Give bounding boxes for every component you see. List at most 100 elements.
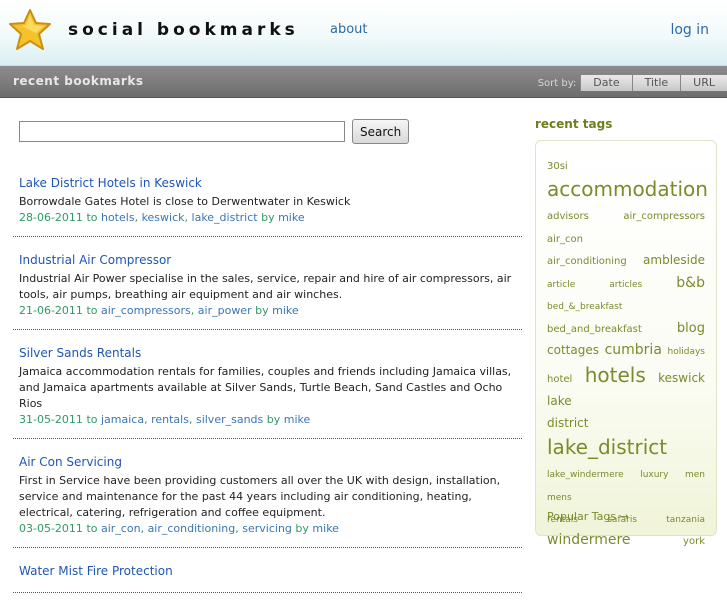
tag-cloud-row: hotel hotels keswick lake xyxy=(547,361,705,411)
bookmark-date: 21-06-2011 xyxy=(19,304,83,317)
bookmark-user-link[interactable]: mike xyxy=(284,413,311,426)
section-bar: recent bookmarks Sort by: Date Title URL xyxy=(0,66,727,98)
tag-link[interactable]: men xyxy=(685,470,705,480)
bookmark-date: 31-05-2011 xyxy=(19,413,83,426)
tag-link[interactable]: district xyxy=(547,416,588,430)
bookmark-title-link[interactable]: Industrial Air Compressor xyxy=(19,253,171,267)
site-title[interactable]: social bookmarks xyxy=(68,20,299,40)
sort-url-button[interactable]: URL xyxy=(680,75,727,91)
popular-tags-link[interactable]: Popular Tags → xyxy=(547,510,629,523)
sort-title-button[interactable]: Title xyxy=(631,75,681,91)
tag-link[interactable]: air_conditioning xyxy=(547,256,627,267)
bookmark-list: Lake District Hotels in Keswick Borrowdal… xyxy=(13,172,522,605)
tag-link[interactable]: hotels xyxy=(585,363,646,387)
bookmark-by-label: by xyxy=(266,413,281,426)
about-link[interactable]: about xyxy=(330,22,368,37)
tag-link[interactable]: ambleside xyxy=(643,253,705,267)
bookmark-meta: 28-06-2011 to hotels, keswick, lake_dist… xyxy=(19,211,305,224)
tag-link[interactable]: lake xyxy=(547,394,572,408)
bookmark-description: Jamaica accommodation rentals for famili… xyxy=(19,365,512,410)
tag-link[interactable]: york xyxy=(683,536,705,547)
bookmark-tag-link[interactable]: air_conditioning xyxy=(148,522,236,535)
sort-controls: Sort by: Date Title URL xyxy=(538,75,727,91)
tag-link[interactable]: accommodation xyxy=(547,177,708,201)
sort-date-button[interactable]: Date xyxy=(580,75,632,91)
tag-cloud: 30si accommodation advisors air_compressor… xyxy=(547,153,708,551)
bookmark-item: Water Mist Fire Protection xyxy=(13,560,522,593)
tag-link[interactable]: cumbria xyxy=(605,342,662,358)
site-header: social bookmarks about log in xyxy=(0,0,727,66)
tag-link[interactable]: air_compressors xyxy=(623,211,705,222)
tag-link[interactable]: lake_windermere xyxy=(547,470,624,480)
tag-link[interactable]: bed_&_breakfast xyxy=(547,302,622,312)
search-form: Search xyxy=(19,119,410,144)
tag-link[interactable]: 30si xyxy=(547,161,568,172)
login-link[interactable]: log in xyxy=(670,22,709,38)
tag-link[interactable]: bed_and_breakfast xyxy=(547,324,642,335)
bookmark-to-label: to xyxy=(86,304,98,317)
bookmark-tag-link[interactable]: servicing xyxy=(242,522,292,535)
tag-link[interactable]: keswick xyxy=(658,371,705,385)
tag-link[interactable]: mens xyxy=(547,493,572,503)
bookmark-tag-link[interactable]: silver_sands xyxy=(196,413,263,426)
bookmark-tag-link[interactable]: air_power xyxy=(198,304,252,317)
tag-cloud-row: air_conditioning ambleside xyxy=(547,248,705,270)
bookmark-item: Lake District Hotels in Keswick Borrowdal… xyxy=(13,172,522,237)
tag-link[interactable]: holidays xyxy=(668,347,705,357)
bookmark-tag-link[interactable]: rentals xyxy=(151,413,189,426)
search-input[interactable] xyxy=(19,121,345,142)
section-title: recent bookmarks xyxy=(13,74,144,88)
tag-link[interactable]: b&b xyxy=(676,275,705,291)
bookmark-tag-link[interactable]: hotels xyxy=(101,211,135,224)
tag-cloud-row: article articles b&b xyxy=(547,271,705,294)
tag-link[interactable]: advisors xyxy=(547,211,589,222)
tag-link[interactable]: tanzania xyxy=(666,515,705,525)
tag-link[interactable]: articles xyxy=(609,280,642,290)
sort-label: Sort by: xyxy=(537,77,577,89)
tag-cloud-row: bed_and_breakfast blog xyxy=(547,316,705,338)
tag-link[interactable]: air_con xyxy=(547,234,583,245)
bookmark-user-link[interactable]: mike xyxy=(272,304,299,317)
bookmark-title-link[interactable]: Water Mist Fire Protection xyxy=(19,564,173,578)
tag-cloud-row: accommodation xyxy=(547,175,708,203)
bookmark-meta: 31-05-2011 to jamaica, rentals, silver_s… xyxy=(19,413,311,426)
tag-cloud-row: 30si xyxy=(547,153,705,175)
bookmark-item: Silver Sands Rentals Jamaica accommodatio… xyxy=(13,342,522,439)
bookmark-date: 03-05-2011 xyxy=(19,522,83,535)
tag-cloud-row: district lake_district xyxy=(547,411,705,461)
tag-link[interactable]: windermere xyxy=(547,532,631,548)
search-button[interactable]: Search xyxy=(352,119,410,144)
bookmark-tag-link[interactable]: keswick xyxy=(142,211,185,224)
bookmark-title-link[interactable]: Lake District Hotels in Keswick xyxy=(19,176,202,190)
bookmark-to-label: to xyxy=(86,522,98,535)
tag-link[interactable]: lake_district xyxy=(547,435,667,459)
bookmark-tag-link[interactable]: air_compressors xyxy=(101,304,191,317)
tag-cloud-row: windermere york xyxy=(547,528,705,551)
tag-cloud-box: 30si accommodation advisors air_compressor… xyxy=(535,140,717,548)
bookmark-tag-link[interactable]: lake_district xyxy=(192,211,258,224)
bookmark-to-label: to xyxy=(86,211,98,224)
star-logo-icon[interactable] xyxy=(8,8,52,52)
bookmark-description: Industrial Air Power specialise in the s… xyxy=(19,272,512,301)
tag-cloud-row: advisors air_compressors air_con xyxy=(547,203,705,248)
bookmark-user-link[interactable]: mike xyxy=(312,522,339,535)
tag-link[interactable]: article xyxy=(547,280,575,290)
bookmark-by-label: by xyxy=(261,211,275,224)
bookmark-to-label: to xyxy=(86,413,98,426)
tag-link[interactable]: hotel xyxy=(547,374,572,385)
recent-tags-heading: recent tags xyxy=(535,117,613,131)
bookmark-by-label: by xyxy=(255,304,269,317)
bookmark-item: Air Con Servicing First in Service have b… xyxy=(13,451,522,548)
bookmark-title-link[interactable]: Silver Sands Rentals xyxy=(19,346,141,360)
tag-link[interactable]: cottages xyxy=(547,343,599,357)
bookmark-tag-link[interactable]: air_con xyxy=(101,522,141,535)
tag-cloud-row: bed_&_breakfast xyxy=(547,293,705,315)
tag-cloud-row: lake_windermere luxury men mens xyxy=(547,461,705,506)
bookmark-item: Industrial Air Compressor Industrial Air … xyxy=(13,249,522,330)
bookmark-title-link[interactable]: Air Con Servicing xyxy=(19,455,122,469)
tag-link[interactable]: luxury xyxy=(640,470,668,480)
bookmark-tag-link[interactable]: jamaica xyxy=(101,413,144,426)
bookmark-description: First in Service have been providing cus… xyxy=(19,474,501,519)
bookmark-user-link[interactable]: mike xyxy=(278,211,305,224)
tag-link[interactable]: blog xyxy=(677,321,705,336)
